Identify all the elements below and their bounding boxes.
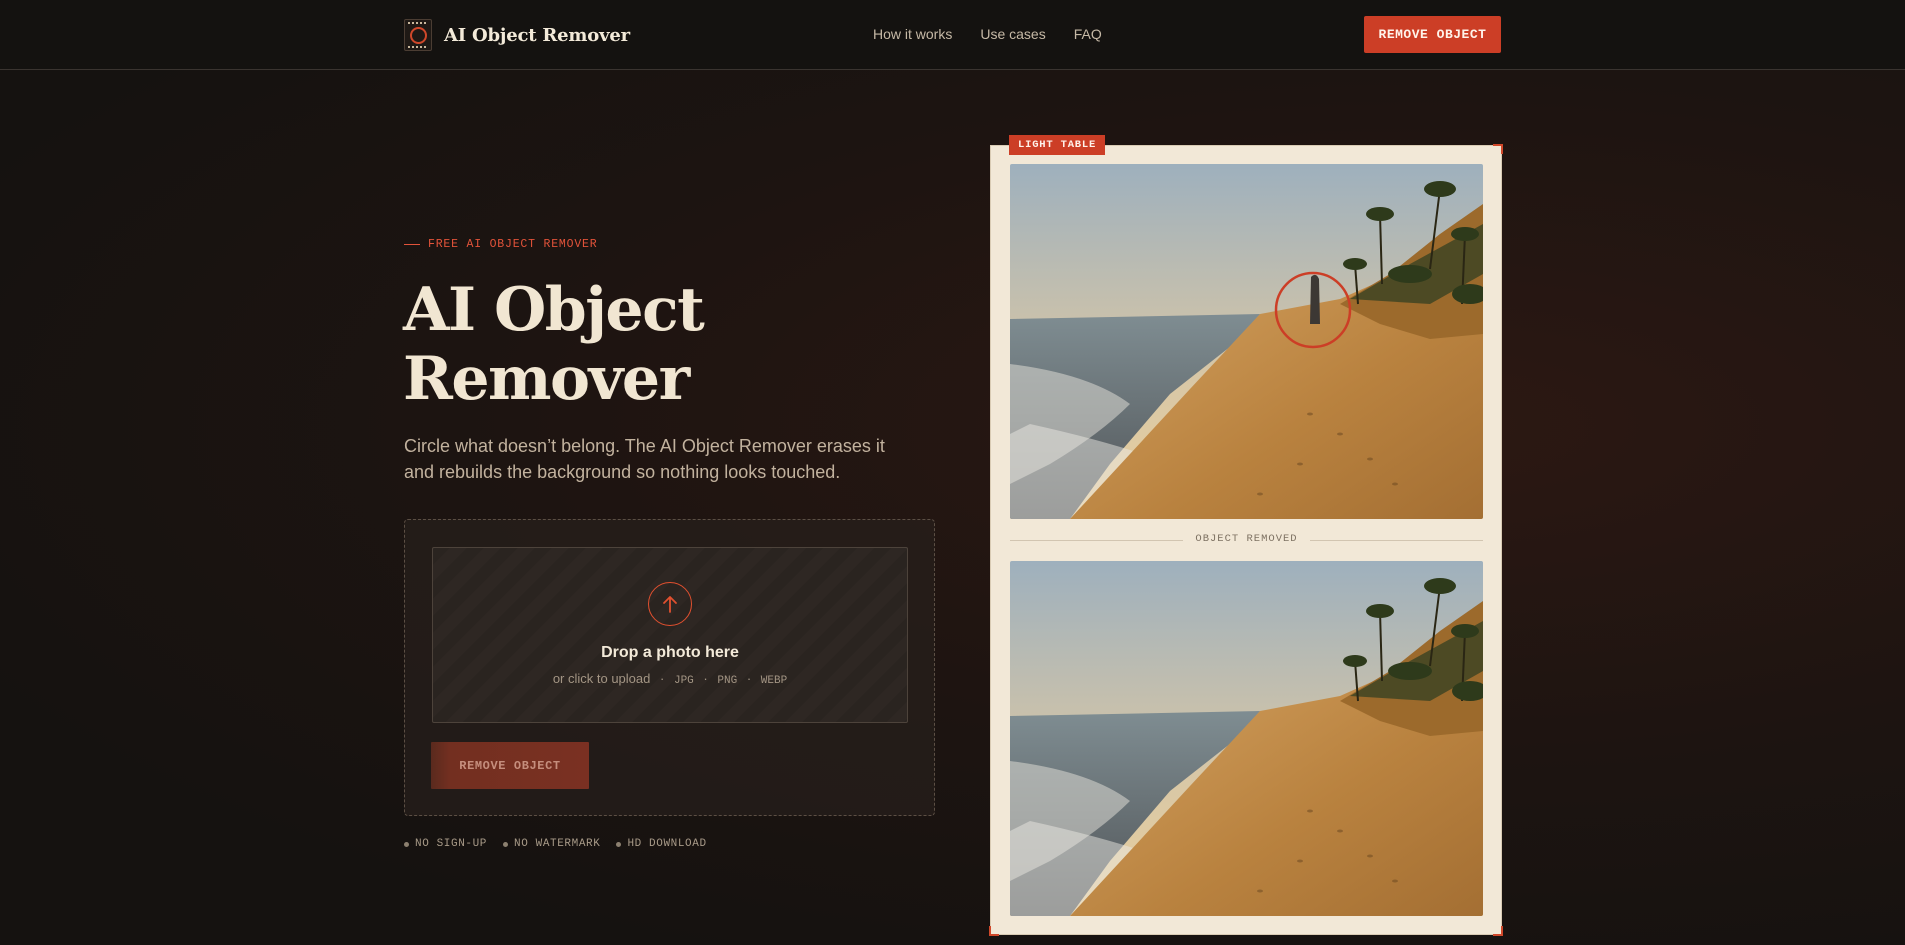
frame-corner bbox=[1493, 144, 1503, 154]
nav-faq[interactable]: FAQ bbox=[1074, 26, 1102, 42]
dropzone-title: Drop a photo here bbox=[601, 644, 739, 661]
photo-dropzone[interactable]: Drop a photo here or click to upload · J… bbox=[432, 547, 908, 723]
perk-label: HD DOWNLOAD bbox=[627, 838, 707, 850]
eyebrow-text: FREE AI OBJECT REMOVER bbox=[428, 238, 598, 251]
separator-dot: · bbox=[660, 671, 665, 686]
before-photo bbox=[1010, 164, 1483, 519]
perks-list: NO SIGN-UP NO WATERMARK HD DOWNLOAD bbox=[404, 838, 707, 850]
perk-label: NO WATERMARK bbox=[514, 838, 601, 850]
remove-object-button[interactable]: REMOVE OBJECT bbox=[431, 742, 589, 789]
separator-dot: · bbox=[746, 671, 752, 686]
after-photo bbox=[1010, 561, 1483, 916]
object-removed-divider: OBJECT REMOVED bbox=[1010, 533, 1483, 547]
dropzone-click-text: or click to upload bbox=[552, 671, 651, 686]
film-camera-icon bbox=[404, 19, 432, 51]
format-png: PNG bbox=[717, 675, 738, 687]
hero-title: AI Object Remover bbox=[403, 276, 923, 414]
perk-label: NO SIGN-UP bbox=[415, 838, 488, 850]
hero-subtitle: Circle what doesn’t belong. The AI Objec… bbox=[404, 436, 885, 482]
frame-corner bbox=[989, 926, 999, 936]
brand-name: AI Object Remover bbox=[444, 24, 630, 46]
light-table-preview: OBJECT REMOVED bbox=[989, 144, 1503, 936]
main-nav: How it works Use cases FAQ bbox=[873, 26, 1102, 42]
upload-arrow-icon bbox=[648, 582, 692, 626]
format-jpg: JPG bbox=[673, 675, 694, 687]
light-table-badge: LIGHT TABLE bbox=[1009, 135, 1106, 155]
header-remove-object-button[interactable]: REMOVE OBJECT bbox=[1364, 16, 1501, 53]
nav-use-cases[interactable]: Use cases bbox=[980, 26, 1045, 42]
dropzone-subtitle: or click to upload · JPG · PNG · WEBP bbox=[433, 671, 907, 687]
divider-label: OBJECT REMOVED bbox=[1195, 533, 1298, 545]
eyebrow-dash bbox=[404, 244, 420, 245]
nav-how-it-works[interactable]: How it works bbox=[873, 26, 952, 42]
perk-item: HD DOWNLOAD bbox=[616, 838, 706, 850]
top-bar: AI Object Remover How it works Use cases… bbox=[0, 0, 1905, 70]
hero-title-line1: AI Object bbox=[403, 275, 705, 345]
brand[interactable]: AI Object Remover bbox=[404, 18, 630, 52]
frame-corner bbox=[1493, 926, 1503, 936]
format-webp: WEBP bbox=[760, 675, 788, 687]
divider-line bbox=[1310, 540, 1483, 541]
bullet-dot-icon bbox=[616, 841, 622, 847]
upload-card: Drop a photo here or click to upload · J… bbox=[404, 519, 935, 816]
hero-title-line2: Remover bbox=[403, 344, 690, 414]
eyebrow: FREE AI OBJECT REMOVER bbox=[404, 238, 597, 251]
perk-item: NO SIGN-UP bbox=[404, 838, 487, 850]
bullet-dot-icon bbox=[404, 841, 409, 847]
bullet-dot-icon bbox=[503, 841, 509, 847]
separator-dot: · bbox=[703, 671, 708, 686]
perk-item: NO WATERMARK bbox=[503, 838, 600, 850]
